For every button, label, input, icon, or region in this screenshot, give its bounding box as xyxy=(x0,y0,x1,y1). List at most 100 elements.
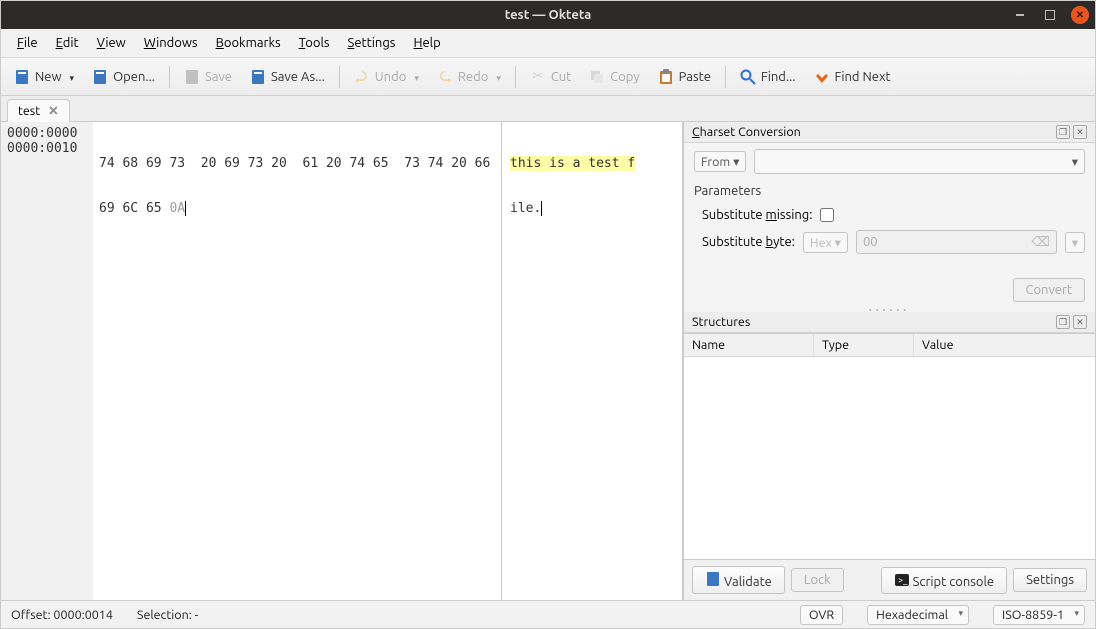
copy-icon xyxy=(589,69,605,85)
menu-edit[interactable]: Edit xyxy=(48,33,87,53)
terminal-icon: >_ xyxy=(894,572,910,588)
offset-column: 0000:0000 0000:0010 xyxy=(1,122,93,600)
hex-row[interactable]: 74 68 69 73 20 69 73 20 61 20 74 65 73 7… xyxy=(99,156,495,171)
window-title: test — Okteta xyxy=(505,8,592,22)
scissors-icon: ✂ xyxy=(530,69,546,85)
file-icon xyxy=(705,571,721,587)
save-button[interactable]: Save xyxy=(177,65,239,89)
findnext-label: Find Next xyxy=(835,70,891,84)
detach-icon[interactable]: ❐ xyxy=(1056,125,1070,139)
overwrite-mode-toggle[interactable]: OVR xyxy=(800,605,843,625)
offset-cell: 0000:0000 xyxy=(7,126,87,141)
tab-strip: test ✕ xyxy=(1,96,1095,122)
svg-text:>_: >_ xyxy=(898,575,908,585)
from-dropdown[interactable]: From ▾ xyxy=(694,151,746,172)
undo-button[interactable]: Undo xyxy=(347,65,426,89)
menu-settings[interactable]: Settings xyxy=(340,33,404,53)
window-close-button[interactable] xyxy=(1071,6,1089,24)
findnext-button[interactable]: Find Next xyxy=(807,65,898,89)
undo-label: Undo xyxy=(375,70,407,84)
settings-button[interactable]: Settings xyxy=(1013,568,1087,592)
menu-bookmarks[interactable]: Bookmarks xyxy=(208,33,289,53)
tab-test[interactable]: test ✕ xyxy=(7,99,70,122)
charset-title: harset Conversion xyxy=(700,125,801,139)
col-value[interactable]: Value xyxy=(914,334,1095,356)
window-maximize-button[interactable] xyxy=(1041,6,1059,24)
new-label: New xyxy=(35,70,62,84)
toolbar-separator xyxy=(725,66,726,88)
byte-value-input[interactable]: 00 ⌫ xyxy=(856,230,1057,254)
new-button[interactable]: New xyxy=(7,65,81,89)
menu-windows[interactable]: Windows xyxy=(136,33,206,53)
col-name[interactable]: Name xyxy=(684,334,814,356)
side-panel: Charset Conversion ❐ ✕ From ▾ ▾ Paramete… xyxy=(683,122,1095,600)
toolbar-separator xyxy=(515,66,516,88)
toolbar-separator xyxy=(339,66,340,88)
encoding-dropdown[interactable]: ISO-8859-1 xyxy=(993,605,1085,625)
open-button[interactable]: Open... xyxy=(85,65,162,89)
saveas-label: Save As... xyxy=(271,70,325,84)
copy-label: Copy xyxy=(610,70,639,84)
window-minimize-button[interactable] xyxy=(1011,6,1029,24)
status-offset: Offset: 0000:0014 xyxy=(11,608,113,622)
close-icon[interactable]: ✕ xyxy=(48,103,58,118)
cut-button[interactable]: ✂ Cut xyxy=(523,65,578,89)
hex-row[interactable]: 69 6C 65 0A xyxy=(99,201,495,216)
ascii-column[interactable]: this is a test f ile. xyxy=(502,122,682,600)
find-button[interactable]: Find... xyxy=(733,65,803,89)
toolbar-separator xyxy=(169,66,170,88)
byte-stepper[interactable]: ▾ xyxy=(1065,232,1085,253)
byte-format-dropdown[interactable]: Hex ▾ xyxy=(803,232,848,253)
menu-help[interactable]: Help xyxy=(405,33,448,53)
col-type[interactable]: Type xyxy=(814,334,914,356)
detach-icon[interactable]: ❐ xyxy=(1056,315,1070,329)
undo-icon xyxy=(354,69,370,85)
find-label: Find... xyxy=(761,70,796,84)
clear-icon[interactable]: ⌫ xyxy=(1031,235,1049,250)
structures-body[interactable] xyxy=(684,357,1095,559)
arrow-down-icon xyxy=(814,69,830,85)
hex-column[interactable]: 74 68 69 73 20 69 73 20 61 20 74 65 73 7… xyxy=(93,122,502,600)
redo-button[interactable]: Redo xyxy=(430,65,508,89)
ascii-row[interactable]: ile. xyxy=(510,201,674,216)
convert-button[interactable]: Convert xyxy=(1013,278,1086,302)
save-label: Save xyxy=(205,70,232,84)
table-header-row: Name Type Value xyxy=(684,334,1095,357)
menu-tools[interactable]: Tools xyxy=(291,33,338,53)
offset-cell: 0000:0010 xyxy=(7,141,87,156)
lock-button[interactable]: Lock xyxy=(791,568,844,592)
file-icon xyxy=(92,69,108,85)
structures-table[interactable]: Name Type Value xyxy=(684,333,1095,559)
menu-view[interactable]: View xyxy=(89,33,134,53)
validate-button[interactable]: Validate xyxy=(692,566,785,594)
parameters-label: Parameters xyxy=(694,182,1085,200)
saveas-button[interactable]: Save As... xyxy=(243,65,332,89)
menu-file[interactable]: File xyxy=(9,33,46,53)
hex-editor[interactable]: 0000:0000 0000:0010 74 68 69 73 20 69 73… xyxy=(1,122,683,600)
file-icon xyxy=(14,69,30,85)
close-icon[interactable]: ✕ xyxy=(1073,125,1087,139)
close-icon[interactable]: ✕ xyxy=(1073,315,1087,329)
paste-label: Paste xyxy=(679,70,711,84)
charset-panel-header[interactable]: Charset Conversion ❐ ✕ xyxy=(684,122,1095,143)
redo-icon xyxy=(437,69,453,85)
charset-panel-body: From ▾ ▾ Parameters Substitute missing: … xyxy=(684,143,1095,308)
file-icon xyxy=(184,69,200,85)
title-bar: test — Okteta xyxy=(1,1,1095,29)
number-base-dropdown[interactable]: Hexadecimal xyxy=(867,605,969,625)
charset-select[interactable]: ▾ xyxy=(754,149,1085,174)
paste-button[interactable]: Paste xyxy=(651,65,718,89)
toolbar: New Open... Save Save As... Undo Redo ✂ … xyxy=(1,58,1095,96)
clipboard-icon xyxy=(658,69,674,85)
ascii-row[interactable]: this is a test f xyxy=(510,156,674,171)
substitute-byte-label: Substitute byte: xyxy=(702,235,795,249)
file-icon xyxy=(250,69,266,85)
script-console-button[interactable]: >_Script console xyxy=(881,567,1008,594)
menu-bar: File Edit View Windows Bookmarks Tools S… xyxy=(1,29,1095,58)
copy-button[interactable]: Copy xyxy=(582,65,646,89)
status-bar: Offset: 0000:0014 Selection: - OVR Hexad… xyxy=(1,600,1095,628)
structures-panel-header[interactable]: Structures ❐ ✕ xyxy=(684,312,1095,333)
substitute-missing-checkbox[interactable] xyxy=(820,208,834,222)
structures-title: Structures xyxy=(692,315,750,329)
cut-label: Cut xyxy=(551,70,571,84)
